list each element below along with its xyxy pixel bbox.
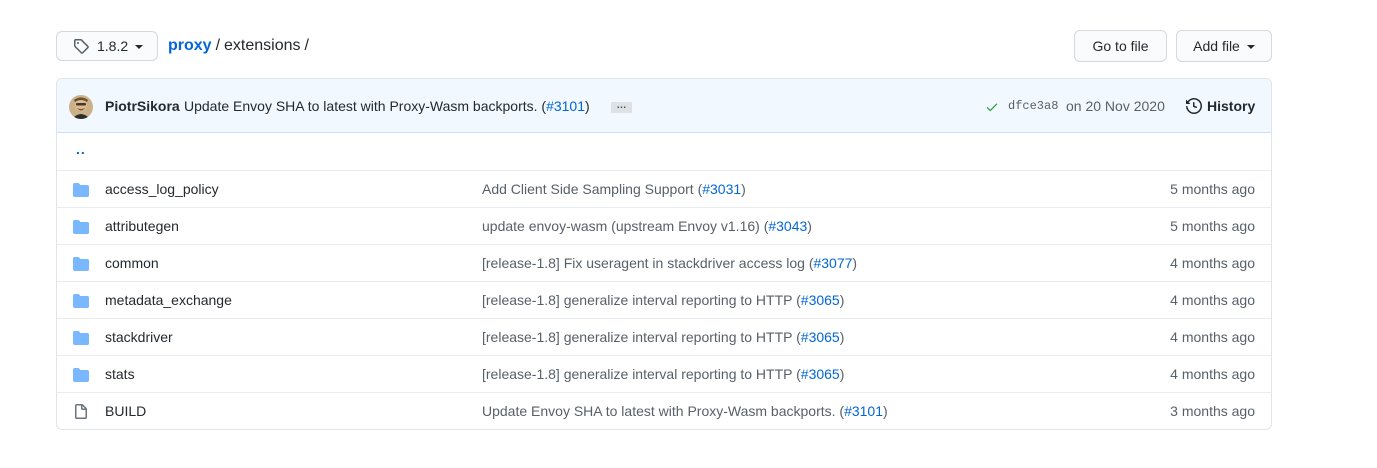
file-commit-message[interactable]: [release-1.8] generalize interval report… bbox=[482, 366, 844, 382]
breadcrumb: proxy / extensions / bbox=[168, 36, 313, 56]
file-commit-pr-link[interactable]: #3065 bbox=[801, 366, 840, 382]
add-file-button[interactable]: Add file bbox=[1176, 30, 1272, 62]
file-commit-suffix: ) bbox=[807, 218, 812, 234]
file-name-link[interactable]: stackdriver bbox=[105, 329, 173, 345]
add-file-label: Add file bbox=[1193, 38, 1240, 54]
folder-icon bbox=[73, 294, 89, 308]
latest-commit-bar: PiotrSikora Update Envoy SHA to latest w… bbox=[57, 79, 1271, 133]
check-icon bbox=[986, 103, 998, 112]
file-row[interactable]: access_log_policy Add Client Side Samplin… bbox=[57, 170, 1271, 207]
history-label: History bbox=[1207, 98, 1256, 114]
folder-icon bbox=[73, 183, 89, 197]
file-commit-text: [release-1.8] generalize interval report… bbox=[482, 292, 801, 308]
file-row[interactable]: attributegen update envoy-wasm (upstream … bbox=[57, 207, 1271, 244]
file-row[interactable]: stats [release-1.8] generalize interval r… bbox=[57, 355, 1271, 392]
file-commit-age: 5 months ago bbox=[1170, 181, 1255, 197]
file-name-link[interactable]: access_log_policy bbox=[105, 181, 219, 197]
file-browser: PiotrSikora Update Envoy SHA to latest w… bbox=[56, 78, 1272, 430]
branch-label: 1.8.2 bbox=[97, 38, 129, 54]
chevron-down-icon bbox=[135, 45, 144, 49]
file-commit-age: 4 months ago bbox=[1170, 255, 1255, 271]
history-link[interactable]: History bbox=[1186, 98, 1255, 114]
go-to-file-label: Go to file bbox=[1092, 38, 1149, 54]
commit-date: on 20 Nov 2020 bbox=[1066, 98, 1165, 114]
file-name-link[interactable]: metadata_exchange bbox=[105, 292, 232, 308]
file-commit-message[interactable]: Add Client Side Sampling Support (#3031) bbox=[482, 181, 746, 197]
breadcrumb-separator: / bbox=[215, 37, 221, 54]
folder-icon bbox=[73, 331, 89, 345]
file-commit-suffix: ) bbox=[852, 255, 858, 271]
commit-pr-link[interactable]: #3101 bbox=[546, 98, 585, 114]
branch-selector[interactable]: 1.8.2 bbox=[56, 31, 158, 61]
file-commit-suffix: ) bbox=[839, 292, 845, 308]
commit-sha[interactable]: dfce3a8 bbox=[1008, 99, 1058, 113]
chevron-down-icon bbox=[1246, 45, 1255, 49]
file-commit-text: Add Client Side Sampling Support ( bbox=[482, 181, 703, 197]
file-commit-suffix: ) bbox=[839, 366, 845, 382]
file-commit-text: [release-1.8] generalize interval report… bbox=[482, 366, 801, 382]
file-commit-text: [release-1.8] Fix useragent in stackdriv… bbox=[482, 255, 814, 271]
file-name-link[interactable]: stats bbox=[105, 366, 135, 382]
file-commit-age: 5 months ago bbox=[1170, 218, 1255, 234]
file-icon bbox=[75, 404, 87, 419]
file-commit-age: 4 months ago bbox=[1170, 329, 1255, 345]
commit-message-text: Update Envoy SHA to latest with Proxy-Wa… bbox=[184, 98, 547, 114]
file-commit-pr-link[interactable]: #3065 bbox=[801, 292, 840, 308]
commit-message-suffix: ) bbox=[585, 98, 590, 114]
file-commit-suffix: ) bbox=[741, 181, 746, 197]
file-commit-pr-link[interactable]: #3077 bbox=[813, 255, 852, 271]
file-commit-age: 4 months ago bbox=[1170, 366, 1255, 382]
folder-icon bbox=[73, 368, 89, 382]
file-row[interactable]: common [release-1.8] Fix useragent in sta… bbox=[57, 244, 1271, 281]
file-row[interactable]: BUILD Update Envoy SHA to latest with Pro… bbox=[57, 392, 1271, 429]
parent-directory-row[interactable]: .. bbox=[57, 133, 1271, 170]
file-commit-suffix: ) bbox=[883, 403, 888, 419]
avatar[interactable] bbox=[69, 95, 93, 119]
commit-message[interactable]: Update Envoy SHA to latest with Proxy-Wa… bbox=[184, 98, 590, 114]
expand-commit-button[interactable]: … bbox=[611, 101, 632, 113]
folder-icon bbox=[73, 257, 89, 271]
file-commit-pr-link[interactable]: #3101 bbox=[844, 403, 883, 419]
file-commit-suffix: ) bbox=[839, 329, 845, 345]
file-commit-message[interactable]: [release-1.8] Fix useragent in stackdriv… bbox=[482, 255, 857, 271]
file-commit-text: update envoy-wasm (upstream Envoy v1.16)… bbox=[482, 218, 769, 234]
file-commit-age: 3 months ago bbox=[1170, 403, 1255, 419]
folder-icon bbox=[73, 220, 89, 234]
file-commit-message[interactable]: [release-1.8] generalize interval report… bbox=[482, 292, 844, 308]
file-commit-message[interactable]: [release-1.8] generalize interval report… bbox=[482, 329, 844, 345]
file-commit-message[interactable]: update envoy-wasm (upstream Envoy v1.16)… bbox=[482, 218, 812, 234]
breadcrumb-repo-link[interactable]: proxy bbox=[168, 37, 212, 54]
go-to-file-button[interactable]: Go to file bbox=[1074, 30, 1167, 62]
tag-icon bbox=[74, 39, 89, 54]
file-commit-pr-link[interactable]: #3065 bbox=[801, 329, 840, 345]
breadcrumb-current-dir: extensions bbox=[224, 37, 301, 54]
file-commit-age: 4 months ago bbox=[1170, 292, 1255, 308]
file-name-link[interactable]: common bbox=[105, 255, 159, 271]
file-row[interactable]: stackdriver [release-1.8] generalize inte… bbox=[57, 318, 1271, 355]
file-commit-text: [release-1.8] generalize interval report… bbox=[482, 329, 801, 345]
history-icon bbox=[1186, 98, 1202, 114]
file-row[interactable]: metadata_exchange [release-1.8] generaliz… bbox=[57, 281, 1271, 318]
file-name-link[interactable]: BUILD bbox=[105, 403, 146, 419]
parent-directory-link[interactable]: .. bbox=[76, 141, 86, 157]
file-commit-pr-link[interactable]: #3031 bbox=[702, 181, 741, 197]
file-name-link[interactable]: attributegen bbox=[105, 218, 179, 234]
file-commit-pr-link[interactable]: #3043 bbox=[768, 218, 807, 234]
commit-author[interactable]: PiotrSikora bbox=[105, 98, 180, 114]
breadcrumb-separator: / bbox=[304, 37, 309, 54]
file-commit-text: Update Envoy SHA to latest with Proxy-Wa… bbox=[482, 403, 845, 419]
file-commit-message[interactable]: Update Envoy SHA to latest with Proxy-Wa… bbox=[482, 403, 888, 419]
